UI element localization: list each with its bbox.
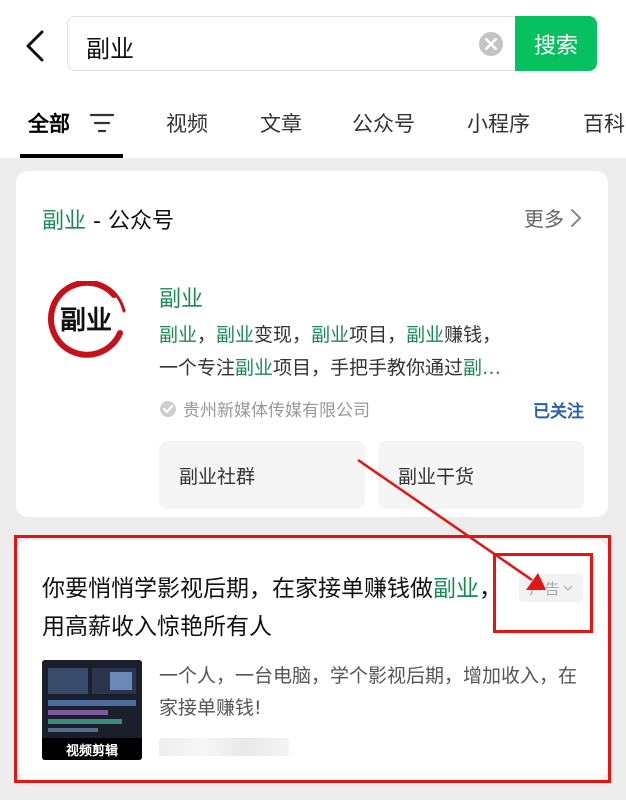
desc-line-2: 一个专注副业项目，手把手教你通过副… bbox=[159, 352, 579, 385]
desc-text: 一个专注 bbox=[159, 357, 236, 379]
tab-encyclopedia[interactable]: 百科 bbox=[583, 108, 625, 138]
desc-text: ， bbox=[197, 324, 217, 346]
tab-video[interactable]: 视频 bbox=[166, 108, 208, 138]
section-title: 副业 - 公众号 bbox=[42, 203, 174, 235]
account-logo[interactable]: 副业 bbox=[46, 279, 128, 363]
section-title-rest: - 公众号 bbox=[86, 209, 174, 234]
account-description: 副业，副业变现，副业项目，副业赚钱， 一个专注副业项目，手把手教你通过副… bbox=[159, 319, 589, 385]
sub-button-community[interactable]: 副业社群 bbox=[159, 441, 365, 509]
tab-article[interactable]: 文章 bbox=[260, 108, 302, 138]
desc-keyword: 副业 bbox=[311, 324, 350, 346]
verified-org: 贵州新媒体传媒有限公司 bbox=[183, 401, 370, 421]
active-tab-indicator bbox=[20, 154, 123, 158]
section-title-keyword: 副业 bbox=[42, 209, 87, 234]
official-account-card: 副业 - 公众号 更多 副业 副业 副业，副业变现，副业项目，副业赚钱， 一个专… bbox=[16, 171, 608, 517]
chevron-right-icon bbox=[571, 208, 582, 227]
desc-line-1: 副业，副业变现，副业项目，副业赚钱， bbox=[159, 319, 589, 352]
tab-all[interactable]: 全部 bbox=[28, 108, 70, 138]
back-icon[interactable] bbox=[20, 26, 54, 66]
desc-text: 变现， bbox=[254, 324, 312, 346]
clear-icon[interactable] bbox=[479, 32, 503, 56]
filter-icon[interactable] bbox=[89, 113, 115, 133]
search-query: 副业 bbox=[86, 35, 134, 63]
desc-text: 赚钱， bbox=[444, 324, 502, 346]
follow-status[interactable]: 已关注 bbox=[533, 397, 584, 422]
more-label: 更多 bbox=[524, 207, 564, 231]
search-input[interactable]: 副业 bbox=[67, 16, 519, 71]
top-bar: 副业 搜索 全部 视频 文章 公众号 小程序 百科 bbox=[0, 0, 626, 158]
tab-mini-program[interactable]: 小程序 bbox=[467, 108, 530, 138]
verified-badge-icon bbox=[160, 400, 176, 417]
desc-text: 项目，手把手教你通过 bbox=[273, 357, 464, 379]
desc-keyword: 副业 bbox=[406, 324, 445, 346]
desc-keyword: 副… bbox=[463, 357, 502, 379]
desc-keyword: 副业 bbox=[159, 324, 198, 346]
more-link[interactable]: 更多 bbox=[524, 203, 582, 232]
sub-button-tips[interactable]: 副业干货 bbox=[378, 441, 584, 509]
desc-keyword: 副业 bbox=[235, 357, 274, 379]
desc-keyword: 副业 bbox=[216, 324, 255, 346]
search-button[interactable]: 搜索 bbox=[515, 16, 597, 71]
annotation-box-badge bbox=[493, 553, 593, 633]
verification-info: 贵州新媒体传媒有限公司 bbox=[159, 396, 370, 421]
logo-text: 副业 bbox=[60, 306, 112, 336]
filter-tabs: 全部 视频 文章 公众号 小程序 百科 bbox=[0, 100, 626, 158]
desc-text: 项目， bbox=[349, 324, 407, 346]
tab-official-account[interactable]: 公众号 bbox=[352, 108, 415, 138]
account-name[interactable]: 副业 bbox=[159, 281, 203, 313]
